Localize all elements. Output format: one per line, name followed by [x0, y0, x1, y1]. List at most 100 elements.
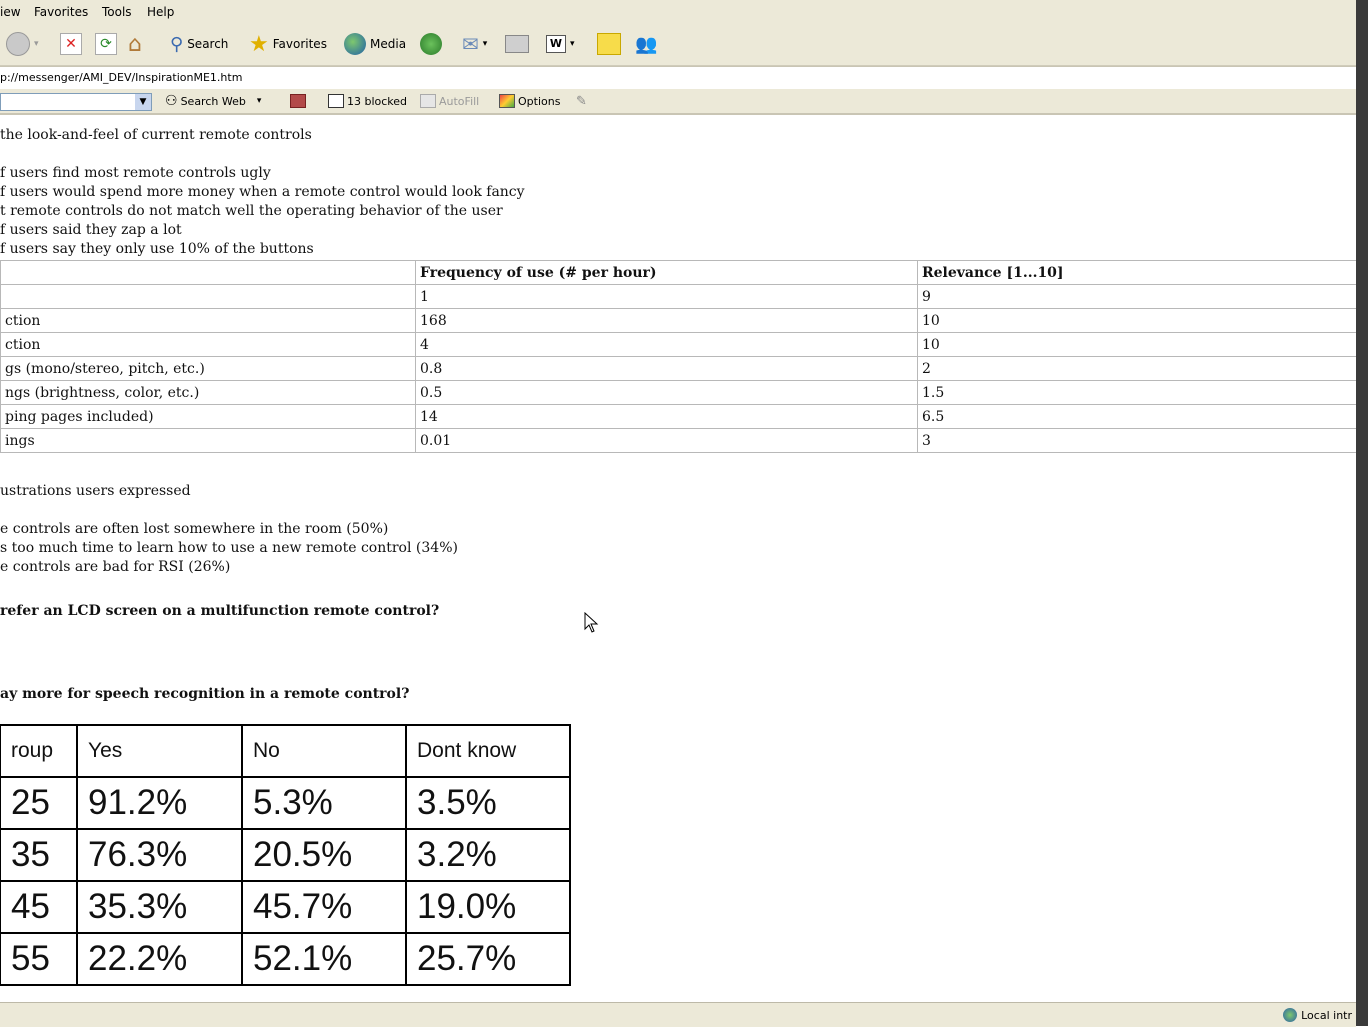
table-header-cell — [0, 260, 416, 285]
table-cell: 10 — [917, 332, 1358, 357]
table-header-cell: Dont know — [405, 724, 571, 778]
table-cell: 5.3% — [241, 776, 407, 830]
page-content: the look-and-feel of current remote cont… — [0, 115, 1358, 1001]
autofill-button[interactable]: AutoFill — [420, 93, 479, 109]
pencil-icon: ✎ — [576, 93, 587, 109]
menu-favorites[interactable]: Favorites — [34, 5, 88, 19]
mail-icon: ✉ — [462, 32, 479, 56]
favorites-button[interactable]: ★ Favorites — [249, 31, 327, 57]
forward-arrow-icon — [6, 32, 30, 56]
table-row: 1 9 — [0, 284, 1358, 309]
finding-item: f users say they only use 10% of the but… — [0, 241, 314, 257]
table-cell: ping pages included) — [0, 404, 416, 429]
mail-dropdown-icon: ▾ — [482, 39, 488, 49]
table-cell: 45.7% — [241, 880, 407, 934]
table-row: ngs (brightness, color, etc.) 0.5 1.5 — [0, 380, 1358, 405]
options-button[interactable]: Options — [499, 93, 560, 109]
table-cell: ings — [0, 428, 416, 453]
word-icon: W — [546, 35, 566, 53]
blocked-count-label: 13 blocked — [347, 94, 408, 108]
search-web-button[interactable]: ⚇ Search Web ▾ — [165, 93, 261, 109]
question-speech: ay more for speech recognition in a remo… — [0, 686, 410, 702]
table-cell: 1.5 — [917, 380, 1358, 405]
messenger-button[interactable]: 👥 — [635, 32, 657, 56]
address-bar[interactable]: p://messenger/AMI_DEV/InspirationME1.htm — [0, 66, 1368, 90]
table-row: ping pages included) 14 6.5 — [0, 404, 1358, 429]
table-header-cell: No — [241, 724, 407, 778]
table-cell: 35 — [0, 828, 78, 882]
table-cell: 14 — [415, 404, 918, 429]
media-label: Media — [370, 37, 407, 51]
highlight-button[interactable]: ✎ — [576, 93, 587, 109]
security-zone: Local intr — [1283, 1008, 1352, 1022]
popup-blocker-icon — [328, 94, 344, 108]
intro-heading: the look-and-feel of current remote cont… — [0, 127, 312, 143]
toolbar: ▾ ✕ ⟳ ⌂ ⚲ Search ★ Favorites Media ✉ ▾ W… — [0, 24, 1368, 66]
table-cell: 6.5 — [917, 404, 1358, 429]
binoculars-icon: ⚇ — [165, 93, 178, 109]
menu-help[interactable]: Help — [147, 5, 174, 19]
mail-button[interactable]: ✉ ▾ — [462, 32, 487, 56]
table-cell: 2 — [917, 356, 1358, 381]
table-cell: 35.3% — [76, 880, 243, 934]
table-cell: 10 — [917, 308, 1358, 333]
table-cell: 22.2% — [76, 932, 243, 986]
frustrations-heading: ustrations users expressed — [0, 483, 191, 499]
popup-blocker-button[interactable]: 13 blocked — [328, 93, 407, 109]
star-icon: ★ — [249, 31, 269, 57]
window-edge — [1356, 0, 1368, 1026]
table-cell: 25.7% — [405, 932, 571, 986]
table-row: 55 22.2% 52.1% 25.7% — [0, 932, 571, 986]
finding-item: f users said they zap a lot — [0, 222, 182, 238]
menu-tools[interactable]: Tools — [102, 5, 132, 19]
edit-button[interactable]: W ▾ — [546, 32, 575, 56]
table-header-cell: Frequency of use (# per hour) — [415, 260, 918, 285]
table-cell: 20.5% — [241, 828, 407, 882]
table-row: 25 91.2% 5.3% 3.5% — [0, 776, 571, 830]
table-cell: 4 — [415, 332, 918, 357]
address-url[interactable]: p://messenger/AMI_DEV/InspirationME1.htm — [0, 71, 242, 84]
status-bar: Local intr — [0, 1002, 1356, 1027]
table-header-cell: Yes — [76, 724, 243, 778]
table-cell: 45 — [0, 880, 78, 934]
search-box[interactable]: ▼ — [0, 93, 152, 111]
search-icon: ⚲ — [170, 33, 184, 55]
stop-button[interactable]: ✕ — [60, 32, 82, 56]
search-toolbar: ▼ ⚇ Search Web ▾ 13 blocked AutoFill Opt… — [0, 89, 1368, 115]
table-cell: ngs (brightness, color, etc.) — [0, 380, 416, 405]
table-cell: 91.2% — [76, 776, 243, 830]
table-cell: 19.0% — [405, 880, 571, 934]
search-box-dropdown-icon[interactable]: ▼ — [135, 94, 151, 110]
discuss-button[interactable] — [597, 32, 621, 56]
refresh-button[interactable]: ⟳ — [95, 32, 117, 56]
mouse-cursor-icon — [584, 612, 599, 633]
frustration-item: e controls are often lost somewhere in t… — [0, 521, 389, 537]
table-cell: 76.3% — [76, 828, 243, 882]
history-button[interactable] — [420, 32, 442, 56]
finding-item: t remote controls do not match well the … — [0, 203, 503, 219]
table-row: ction 168 10 — [0, 308, 1358, 333]
forward-button[interactable]: ▾ — [6, 32, 39, 56]
edit-dropdown-icon: ▾ — [570, 39, 575, 49]
page-info-button[interactable] — [290, 93, 306, 109]
search-label: Search — [187, 37, 229, 51]
home-button[interactable]: ⌂ — [128, 31, 142, 57]
table-cell: 9 — [917, 284, 1358, 309]
menu-view[interactable]: iew — [0, 5, 21, 19]
table-cell: 1 — [415, 284, 918, 309]
messenger-icon: 👥 — [635, 33, 658, 55]
page-info-icon — [290, 94, 306, 108]
table-row: ings 0.01 3 — [0, 428, 1358, 453]
table-cell: 25 — [0, 776, 78, 830]
media-button[interactable]: Media — [344, 32, 406, 56]
table-cell: 0.8 — [415, 356, 918, 381]
search-web-label: Search Web — [180, 94, 246, 108]
frustration-item: s too much time to learn how to use a ne… — [0, 540, 458, 556]
print-button[interactable] — [505, 32, 529, 56]
table-cell: 3.2% — [405, 828, 571, 882]
table-header-cell: roup — [0, 724, 78, 778]
frequency-table: Frequency of use (# per hour) Relevance … — [0, 260, 1358, 453]
home-icon: ⌂ — [128, 31, 142, 57]
zone-label: Local intr — [1301, 1008, 1352, 1022]
search-button[interactable]: ⚲ Search — [170, 32, 228, 56]
